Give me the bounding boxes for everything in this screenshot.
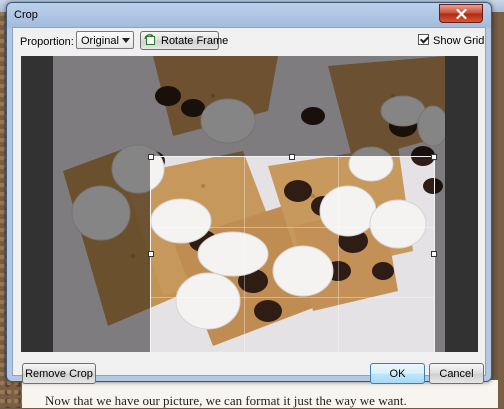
- proportion-label: Proportion:: [20, 36, 74, 48]
- proportion-value: Original: [81, 35, 119, 47]
- crop-frame[interactable]: [148, 154, 437, 352]
- rotate-frame-button[interactable]: Rotate Frame: [140, 31, 228, 50]
- show-grid-checkbox[interactable]: [418, 34, 429, 45]
- dialog-title: Crop: [14, 9, 38, 21]
- chevron-down-icon: [122, 38, 130, 43]
- show-grid-label[interactable]: Show Grid: [433, 35, 484, 47]
- crop-toolbar: Proportion: Original Rotate Frame Show G…: [13, 28, 485, 54]
- document-text: Now that we have our picture, we can for…: [45, 393, 407, 408]
- crop-canvas: [21, 56, 478, 352]
- rotate-frame-icon: [144, 34, 157, 47]
- grid-line: [151, 296, 434, 298]
- grid-line: [151, 226, 434, 228]
- close-icon: [455, 8, 467, 19]
- dialog-client-area: Proportion: Original Rotate Frame Show G…: [12, 27, 486, 384]
- ok-label: OK: [389, 368, 406, 380]
- crop-handle-top[interactable]: [289, 154, 295, 160]
- crop-handle-top-right[interactable]: [431, 154, 437, 160]
- crop-dialog: Crop Proportion: Original Rotate Frame S…: [6, 2, 492, 384]
- crop-handle-right[interactable]: [431, 251, 437, 257]
- crop-handle-left[interactable]: [148, 251, 154, 257]
- cork-background-right: [498, 12, 504, 408]
- grid-line: [244, 157, 246, 352]
- cancel-button[interactable]: Cancel: [429, 363, 484, 384]
- rotate-frame-label: Rotate Frame: [161, 35, 229, 47]
- close-button[interactable]: [439, 4, 483, 23]
- crop-handle-top-left[interactable]: [148, 154, 154, 160]
- ok-button[interactable]: OK: [370, 363, 425, 384]
- remove-crop-button[interactable]: Remove Crop: [22, 363, 96, 384]
- proportion-dropdown[interactable]: Original: [76, 31, 134, 49]
- remove-crop-label: Remove Crop: [25, 368, 93, 380]
- grid-line: [337, 157, 339, 352]
- cancel-label: Cancel: [439, 368, 474, 380]
